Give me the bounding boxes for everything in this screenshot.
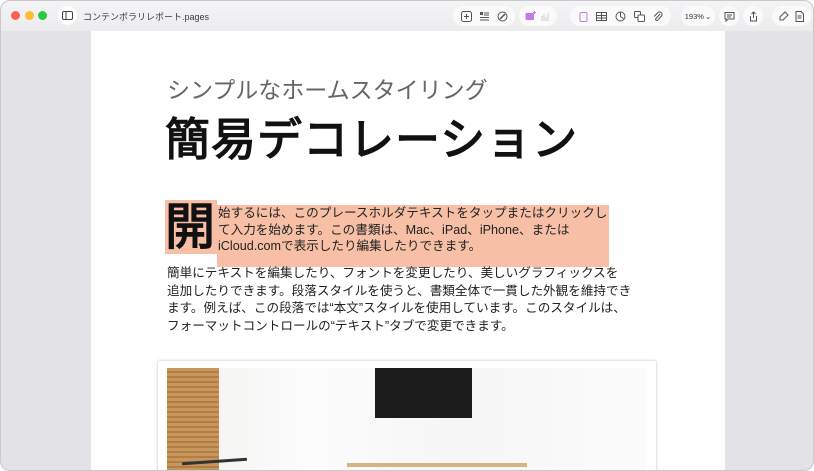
text-box-list-icon[interactable] [477, 9, 491, 23]
comment-icon [722, 9, 736, 23]
wall-art [375, 368, 472, 418]
chart-icon[interactable] [539, 9, 553, 23]
inspector-group [772, 6, 811, 26]
body-paragraph[interactable]: 簡単にテキストを編集したり、フォントを変更したり、美しいグラフィックスを 追加し… [167, 265, 631, 335]
document-icon[interactable] [792, 9, 806, 23]
text-line: ます。例えば、この段落では“本文”スタイルを使用しています。このスタイルは、 [167, 301, 626, 316]
media-icon[interactable] [524, 9, 538, 23]
sidebar-icon [62, 11, 73, 20]
text-line: フォーマットコントロールの“テキスト”タブで変更できます。 [167, 318, 514, 333]
wooden-shutter [167, 368, 219, 470]
zoom-dropdown[interactable]: 193% ⌄ [681, 6, 715, 26]
table-icon[interactable] [595, 9, 609, 23]
close-button[interactable] [11, 11, 20, 20]
chevron-down-icon: ⌄ [704, 11, 712, 21]
insert-group [453, 6, 515, 26]
shapes-icon[interactable] [632, 9, 646, 23]
zoom-window-button[interactable] [38, 11, 47, 20]
document-filename: コンテンポラリレポート.pages [83, 12, 210, 22]
zoom-level: 193% [684, 11, 704, 21]
image-frame[interactable] [158, 361, 656, 470]
comment-button[interactable] [719, 6, 739, 26]
selected-text-block[interactable]: 始するには、このプレースホルダテキストをタップまたはクリックし て入力を始めます… [217, 205, 609, 267]
objects-group [570, 6, 671, 26]
drop-cap[interactable]: 開 [165, 200, 217, 254]
add-page-icon[interactable] [459, 9, 473, 23]
media-group [519, 6, 557, 26]
sidebar-toggle-button[interactable] [58, 6, 77, 25]
format-brush-icon[interactable] [495, 9, 509, 23]
text-line: 追加したりできます。段落スタイルを使うと、書類全体で一貫した外観を維持でき [167, 283, 632, 298]
share-icon [746, 9, 760, 23]
toolbar: コンテンポラリレポート.pages 193% ⌄ [1, 1, 813, 31]
room-photo [167, 368, 646, 470]
text-line: iCloud.comで表示したり編集したりできます。 [218, 239, 482, 253]
document-subtitle[interactable]: シンプルなホームスタイリング [167, 71, 488, 105]
text-line: て入力を始めます。この書類は、Mac、iPad、iPhone、または [218, 222, 570, 237]
document-title[interactable]: 簡易デコレーション [165, 103, 578, 168]
pages-window: コンテンポラリレポート.pages 193% ⌄ シンプルなホームスタイリング … [0, 0, 814, 471]
document-page[interactable]: シンプルなホームスタイリング 簡易デコレーション 開 始するには、このプレースホ… [91, 31, 725, 470]
textbox-icon[interactable] [576, 9, 590, 23]
shape-chart-icon[interactable] [613, 9, 627, 23]
minimize-button[interactable] [25, 11, 34, 20]
share-button[interactable] [743, 6, 763, 26]
format-icon[interactable] [777, 9, 791, 23]
text-line: 始するには、このプレースホルダテキストをタップまたはクリックし [218, 206, 608, 220]
attachment-icon[interactable] [651, 9, 665, 23]
text-line: 簡単にテキストを編集したり、フォントを変更したり、美しいグラフィックスを [167, 266, 619, 280]
bench [347, 463, 527, 467]
